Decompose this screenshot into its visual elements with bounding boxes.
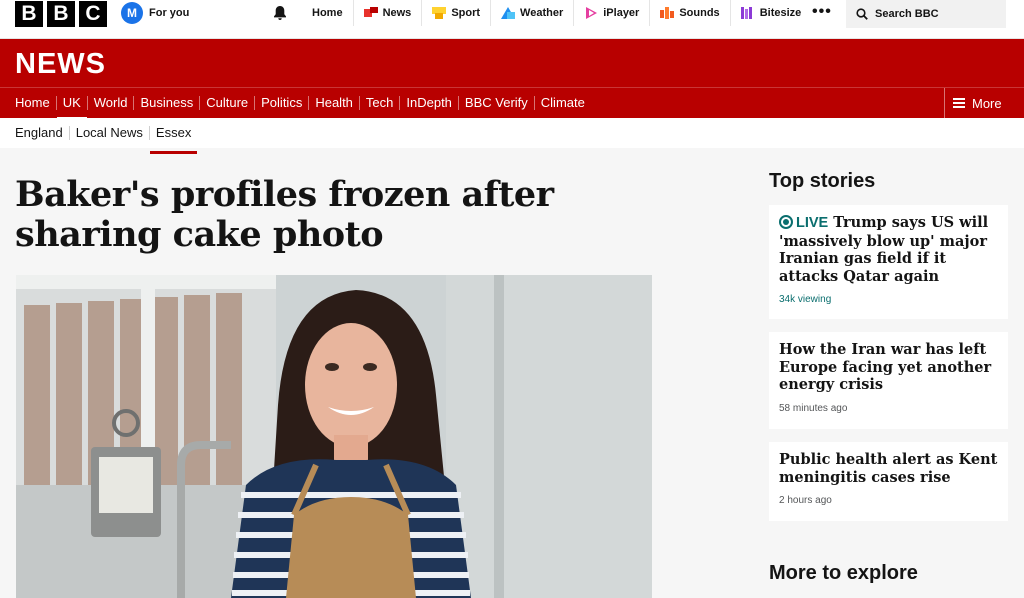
section-nav-item[interactable]: UK <box>55 96 87 120</box>
story-headline[interactable]: How the Iran war has left Europe facing … <box>779 341 998 394</box>
story-meta: 34k viewing <box>779 294 832 305</box>
more-sections-button[interactable]: More <box>944 88 1024 118</box>
for-you-link[interactable]: M For you <box>121 2 189 24</box>
more-to-explore-title: More to explore <box>769 562 918 584</box>
global-nav-label: Home <box>312 7 343 19</box>
section-nav-item[interactable]: Business <box>133 96 199 110</box>
sub-nav-list: England Local News Essex <box>9 126 198 154</box>
article-headline: Baker's profiles frozen after sharing ca… <box>15 174 554 255</box>
global-nav-label: Sounds <box>679 7 720 19</box>
sub-nav: England Local News Essex <box>0 118 1024 154</box>
story-headline[interactable]: Public health alert as Kent meningitis c… <box>779 451 998 486</box>
global-nav-news[interactable]: News <box>352 0 422 26</box>
news-header: NEWS <box>0 39 1024 87</box>
news-wordmark[interactable]: NEWS <box>15 48 106 81</box>
top-stories-title: Top stories <box>769 170 876 192</box>
hero-image <box>16 275 652 598</box>
logo-letter: B <box>15 1 43 27</box>
global-nav-label: News <box>382 7 412 19</box>
section-nav-item[interactable]: Health <box>308 96 359 110</box>
sounds-icon <box>660 7 675 19</box>
story-meta: 58 minutes ago <box>779 402 848 414</box>
iplayer-icon <box>586 7 598 19</box>
section-nav-item[interactable]: World <box>86 96 134 110</box>
more-menu-button[interactable]: ••• <box>812 3 832 21</box>
avatar: M <box>121 2 143 24</box>
section-nav-item[interactable]: Culture <box>199 96 254 110</box>
search-icon <box>856 8 868 20</box>
logo-letter: C <box>79 1 107 27</box>
bell-icon[interactable] <box>272 5 288 21</box>
sub-nav-item[interactable]: England <box>9 126 69 140</box>
bbc-logo[interactable]: B B C <box>15 1 107 27</box>
section-nav-item[interactable]: Tech <box>358 96 399 110</box>
live-badge: LIVE <box>796 215 829 231</box>
section-nav-list: Home UK World Business Culture Politics Health… <box>9 88 591 120</box>
live-icon <box>779 215 793 229</box>
story-card-1[interactable]: LIVE Trump says US will 'massively blow … <box>769 205 1008 319</box>
global-bar: B B C M For you Home News Sport Weather … <box>0 0 1024 39</box>
story-card-2[interactable]: How the Iran war has left Europe facing … <box>769 332 1008 429</box>
story-meta: 2 hours ago <box>779 495 832 506</box>
global-nav: Home News Sport Weather iPlayer Sounds B… <box>302 0 811 26</box>
search-bbc-field[interactable]: Search BBC <box>846 0 1006 28</box>
global-nav-iplayer[interactable]: iPlayer <box>573 0 649 26</box>
section-nav-item[interactable]: BBC Verify <box>457 96 534 110</box>
for-you-label: For you <box>149 7 190 19</box>
global-nav-sport[interactable]: Sport <box>421 0 490 26</box>
logo-letter: B <box>47 1 75 27</box>
bitesize-icon <box>740 7 752 19</box>
search-label: Search BBC <box>875 8 939 20</box>
global-nav-weather[interactable]: Weather <box>490 0 573 26</box>
section-nav: Home UK World Business Culture Politics Health… <box>0 87 1024 120</box>
hamburger-icon <box>953 98 965 108</box>
section-nav-item[interactable]: Politics <box>254 96 308 110</box>
story-title[interactable]: LIVE Trump says US will 'massively blow … <box>779 214 998 285</box>
global-nav-label: iPlayer <box>603 7 640 19</box>
global-nav-sounds[interactable]: Sounds <box>649 0 729 26</box>
global-nav-label: Sport <box>451 7 481 19</box>
global-nav-label: Bitesize <box>759 7 802 19</box>
sub-nav-item[interactable]: Local News <box>68 126 149 140</box>
sub-nav-item[interactable]: Essex <box>148 126 198 154</box>
weather-icon <box>501 7 516 19</box>
news-icon <box>363 7 378 17</box>
section-nav-item[interactable]: Home <box>9 96 56 110</box>
section-nav-item[interactable]: Climate <box>533 96 591 110</box>
section-nav-item[interactable]: InDepth <box>399 96 458 110</box>
global-nav-home[interactable]: Home <box>302 0 353 26</box>
global-nav-label: Weather <box>520 7 564 19</box>
more-label: More <box>972 95 1002 111</box>
global-nav-bitesize[interactable]: Bitesize <box>729 0 812 26</box>
sport-icon <box>432 7 447 19</box>
story-card-3[interactable]: Public health alert as Kent meningitis c… <box>769 442 1008 521</box>
